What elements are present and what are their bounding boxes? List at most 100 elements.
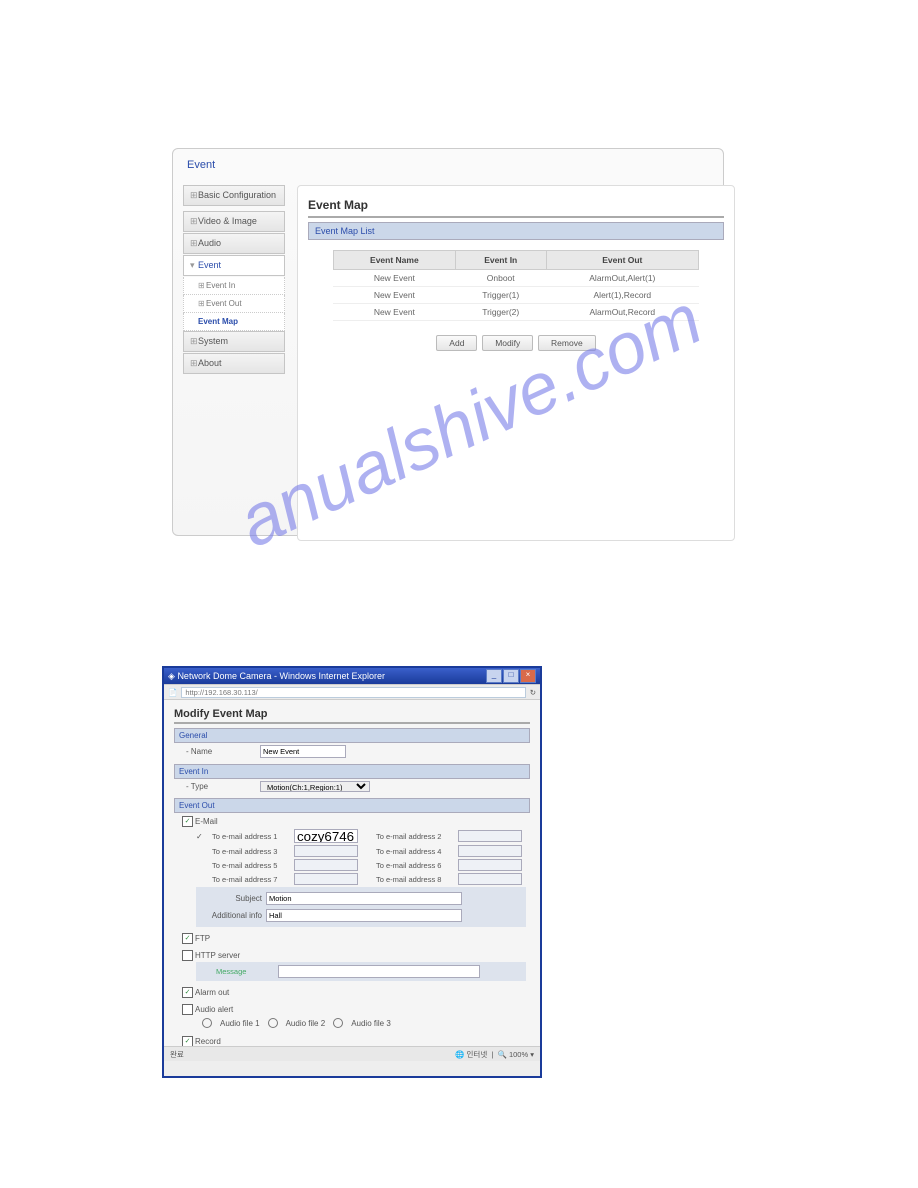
- table-row[interactable]: New Event Trigger(2) AlarmOut,Record: [333, 304, 698, 321]
- panel-title: Event: [187, 159, 215, 171]
- event-map-table: Event Name Event In Event Out New Event …: [333, 250, 699, 321]
- addr1-label: To e-mail address 1: [212, 832, 292, 841]
- subject-label: Subject: [202, 894, 262, 903]
- ftp-checkbox[interactable]: ✓: [182, 933, 193, 944]
- audio-label: Audio alert: [195, 1005, 233, 1014]
- addr2-label: To e-mail address 2: [376, 832, 456, 841]
- addr1-checkbox[interactable]: ✓: [196, 832, 210, 841]
- audio-checkbox[interactable]: [182, 1004, 193, 1015]
- section-general: General: [174, 728, 530, 743]
- event-map-content: Event Map Event Map List Event Name Even…: [297, 185, 735, 541]
- minimize-button[interactable]: _: [486, 669, 502, 683]
- addr4-label: To e-mail address 4: [376, 847, 456, 856]
- type-select[interactable]: Motion(Ch:1,Region:1): [260, 781, 370, 792]
- event-settings-panel: Event ⊞Basic Configuration ⊞Video & Imag…: [172, 148, 724, 536]
- addinfo-label: Additional info: [202, 911, 262, 920]
- sidebar-sub-event-out[interactable]: ⊞Event Out: [183, 295, 285, 313]
- zoom-icon: 🔍: [498, 1050, 507, 1059]
- add-button[interactable]: Add: [436, 335, 477, 351]
- section-event-in: Event In: [174, 764, 530, 779]
- addr8-label: To e-mail address 8: [376, 875, 456, 884]
- addr4-input[interactable]: [458, 845, 522, 857]
- addr1-input[interactable]: [294, 829, 358, 843]
- audio-file-2-label: Audio file 2: [286, 1019, 326, 1028]
- type-row: - Type Motion(Ch:1,Region:1): [174, 779, 530, 794]
- tree-icon: ⊞: [190, 358, 198, 369]
- url-field[interactable]: http://192.168.30.113/: [181, 687, 525, 698]
- col-event-name: Event Name: [333, 251, 455, 270]
- event-map-button-row: Add Modify Remove: [308, 335, 724, 351]
- tree-icon: ⊞: [190, 336, 198, 347]
- col-event-in: Event In: [455, 251, 546, 270]
- status-internet: 인터넷: [467, 1050, 488, 1059]
- sidebar-item-about[interactable]: ⊞About: [183, 353, 285, 374]
- go-icon[interactable]: ↻: [530, 688, 536, 697]
- addinfo-input[interactable]: [266, 909, 462, 922]
- event-map-list-header: Event Map List: [308, 222, 724, 240]
- table-row[interactable]: New Event Onboot AlarmOut,Alert(1): [333, 270, 698, 287]
- addr3-input[interactable]: [294, 845, 358, 857]
- tree-icon: ⊞: [190, 216, 198, 227]
- addr3-label: To e-mail address 3: [212, 847, 292, 856]
- audio-file-3-label: Audio file 3: [351, 1019, 391, 1028]
- http-label: HTTP server: [195, 951, 240, 960]
- section-event-out: Event Out: [174, 798, 530, 813]
- page-icon: 📄: [168, 688, 177, 697]
- sidebar-item-audio[interactable]: ⊞Audio: [183, 233, 285, 254]
- addr5-input[interactable]: [294, 859, 358, 871]
- table-row[interactable]: New Event Trigger(1) Alert(1),Record: [333, 287, 698, 304]
- http-checkbox[interactable]: [182, 950, 193, 961]
- audio-file-2-radio[interactable]: [268, 1018, 278, 1028]
- internet-icon: 🌐: [455, 1050, 464, 1059]
- modify-button[interactable]: Modify: [482, 335, 533, 351]
- tree-icon: ⊞: [190, 190, 198, 201]
- message-input[interactable]: [278, 965, 480, 978]
- tree-icon: ⊞: [190, 238, 198, 249]
- sidebar-item-video[interactable]: ⊞Video & Image: [183, 211, 285, 232]
- col-event-out: Event Out: [546, 251, 698, 270]
- addr7-input[interactable]: [294, 873, 358, 885]
- addr6-label: To e-mail address 6: [376, 861, 456, 870]
- email-checkbox[interactable]: ✓: [182, 816, 193, 827]
- tree-icon: ⊞: [198, 281, 206, 290]
- status-bar: 완료 🌐 인터넷 | 🔍 100% ▾: [164, 1046, 540, 1061]
- zoom-dropdown-icon[interactable]: ▾: [530, 1050, 534, 1059]
- maximize-button[interactable]: □: [503, 669, 519, 683]
- content-header: Event Map: [308, 198, 724, 218]
- tree-icon: ⊞: [198, 299, 206, 308]
- audio-file-1-label: Audio file 1: [220, 1019, 260, 1028]
- sidebar-item-basic[interactable]: ⊞Basic Configuration: [183, 185, 285, 206]
- address-bar: 📄 http://192.168.30.113/ ↻: [164, 684, 540, 700]
- status-zoom: 100%: [509, 1050, 528, 1059]
- name-input[interactable]: [260, 745, 346, 758]
- sidebar-item-system[interactable]: ⊞System: [183, 331, 285, 352]
- addr2-input[interactable]: [458, 830, 522, 842]
- modify-title: Modify Event Map: [174, 708, 530, 724]
- tree-icon: ▾: [190, 260, 198, 271]
- window-title: ◈ Network Dome Camera - Windows Internet…: [168, 671, 385, 682]
- settings-sidebar: ⊞Basic Configuration ⊞Video & Image ⊞Aud…: [183, 185, 285, 375]
- email-address-grid: ✓To e-mail address 1 To e-mail address 2…: [196, 829, 526, 885]
- name-row: - Name: [174, 743, 530, 760]
- sidebar-sub-event-in[interactable]: ⊞Event In: [183, 277, 285, 295]
- addr7-label: To e-mail address 7: [212, 875, 292, 884]
- subject-input[interactable]: [266, 892, 462, 905]
- remove-button[interactable]: Remove: [538, 335, 596, 351]
- modify-event-map-body: Modify Event Map General - Name Event In…: [164, 700, 540, 1046]
- alarm-label: Alarm out: [195, 988, 229, 997]
- email-label: E-Mail: [195, 817, 218, 826]
- addr6-input[interactable]: [458, 859, 522, 871]
- audio-file-3-radio[interactable]: [333, 1018, 343, 1028]
- status-left: 완료: [170, 1049, 184, 1060]
- audio-file-1-radio[interactable]: [202, 1018, 212, 1028]
- record-label: Record: [195, 1037, 221, 1046]
- record-checkbox[interactable]: ✓: [182, 1036, 193, 1046]
- sidebar-item-event[interactable]: ▾Event: [183, 255, 285, 276]
- close-button[interactable]: ×: [520, 669, 536, 683]
- addr8-input[interactable]: [458, 873, 522, 885]
- ftp-label: FTP: [195, 934, 210, 943]
- modify-event-map-window: ◈ Network Dome Camera - Windows Internet…: [162, 666, 542, 1078]
- type-label: - Type: [186, 782, 256, 791]
- alarm-checkbox[interactable]: ✓: [182, 987, 193, 998]
- sidebar-sub-event-map[interactable]: Event Map: [183, 313, 285, 331]
